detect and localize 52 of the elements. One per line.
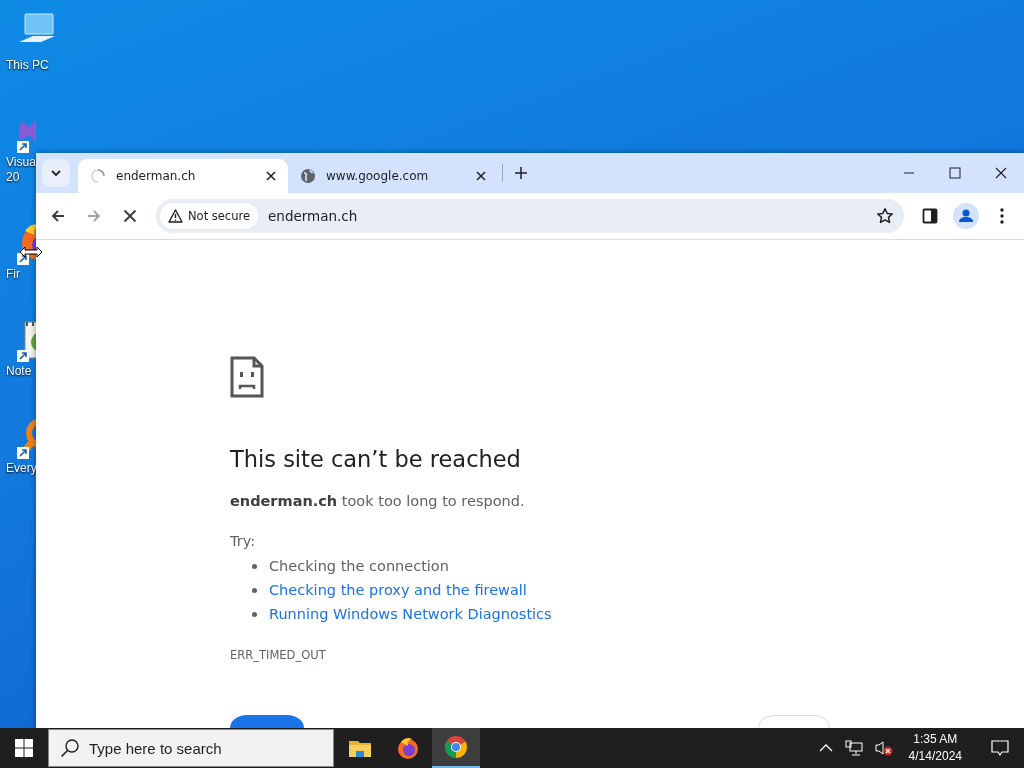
icon-label: Note — [5, 364, 32, 379]
search-icon — [60, 738, 80, 758]
icon-label: Fir — [5, 267, 20, 282]
search-field[interactable]: Type here to search — [48, 729, 334, 767]
warning-icon — [168, 209, 183, 223]
chevron-down-icon — [50, 169, 62, 177]
browser-tab[interactable]: www.google.com — [288, 159, 498, 193]
side-panel-icon — [922, 208, 938, 224]
tab-search-button[interactable] — [42, 159, 70, 187]
chevron-up-icon[interactable] — [818, 744, 833, 752]
bullet-icon — [252, 611, 257, 617]
icon-label: Every — [5, 461, 37, 476]
close-tab-icon[interactable] — [474, 169, 488, 183]
stop-icon — [123, 209, 137, 223]
url-text: enderman.ch — [268, 208, 358, 224]
network-icon[interactable] — [844, 740, 863, 756]
time-text: 1:35 AM — [913, 731, 958, 748]
security-chip[interactable]: Not secure — [160, 203, 259, 229]
bullet-icon — [252, 563, 257, 569]
address-bar[interactable]: Not secure enderman.ch — [156, 199, 904, 233]
close-icon — [995, 167, 1007, 179]
taskbar-app-button[interactable] — [432, 728, 480, 768]
date-text: 4/14/2024 — [908, 748, 962, 765]
speech-bubble-icon — [991, 739, 1009, 757]
bookmark-star-icon[interactable] — [876, 207, 894, 225]
maximize-icon — [949, 167, 961, 179]
plus-icon — [514, 166, 528, 180]
icon-label: This PC — [5, 58, 49, 73]
suggestion-link[interactable]: Running Windows Network Diagnostics — [269, 606, 552, 622]
clock[interactable]: 1:35 AM 4/14/2024 — [902, 731, 968, 765]
close-tab-icon[interactable] — [264, 169, 278, 183]
forward-arrow-icon — [86, 208, 102, 224]
error-code: ERR_TIMED_OUT — [230, 648, 327, 662]
menu-icon — [1000, 208, 1004, 224]
profile-button[interactable] — [950, 200, 982, 232]
muted-speaker-icon[interactable] — [874, 740, 893, 756]
person-icon — [953, 203, 979, 229]
suggestion-text: Checking the connection — [269, 558, 449, 574]
reload-button[interactable] — [230, 715, 304, 728]
browser-tab[interactable]: enderman.ch — [78, 159, 288, 193]
back-arrow-icon — [50, 208, 66, 224]
app-icon — [395, 735, 421, 761]
try-label: Try: — [230, 532, 257, 551]
windows-icon — [15, 739, 33, 757]
error-message: enderman.ch took too long to respond. — [230, 492, 526, 511]
sad-page-icon — [230, 356, 264, 398]
bullet-icon — [252, 587, 257, 593]
suggestion-link[interactable]: Checking the proxy and the firewall — [269, 582, 527, 598]
error-heading: This site can’t be reached — [230, 445, 522, 474]
globe-icon — [300, 168, 316, 184]
browser-icon — [443, 734, 469, 760]
loading-spinner-icon — [90, 168, 106, 184]
